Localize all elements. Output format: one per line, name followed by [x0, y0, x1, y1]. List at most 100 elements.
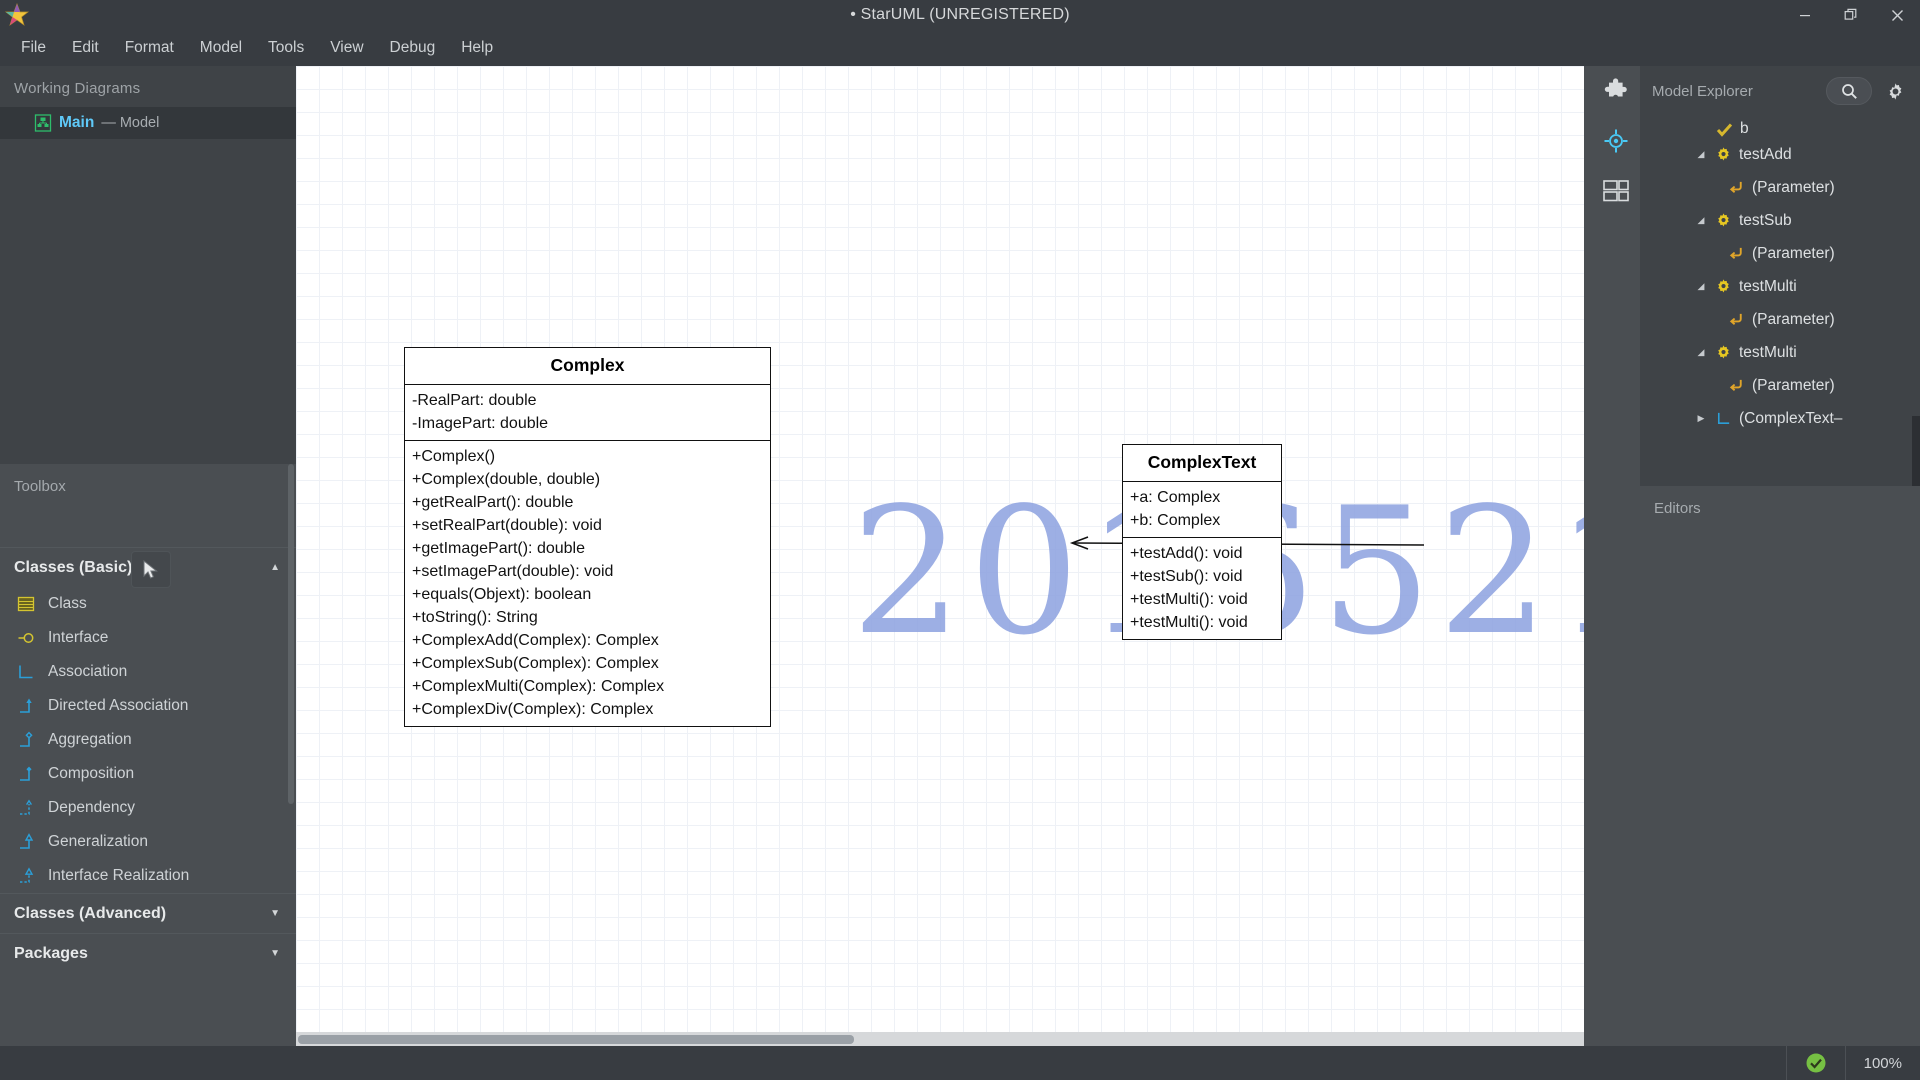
class-diagram-icon — [34, 114, 52, 132]
tree-row-attribute-b[interactable]: b — [1640, 116, 1920, 138]
toolbox-item-label: Directed Association — [48, 697, 189, 714]
model-explorer-tree[interactable]: b ◢ testAdd (Parameter) ◢ testSub (Param… — [1640, 116, 1920, 486]
search-icon[interactable] — [1826, 77, 1872, 105]
operation-line: +testMulti(): void — [1130, 614, 1248, 631]
working-diagram-name: Main — [59, 114, 95, 131]
select-cursor-tool[interactable] — [131, 551, 171, 588]
composition-icon — [20, 766, 32, 781]
operation-icon — [1718, 279, 1729, 293]
menu-help[interactable]: Help — [448, 34, 506, 62]
status-bar: 100% — [0, 1046, 1920, 1080]
toolbox-item-interface[interactable]: Interface — [0, 621, 296, 655]
working-diagram-item-main[interactable]: Main — Model — [0, 107, 296, 139]
operation-line: +setImagePart(double): void — [412, 563, 614, 580]
toolbox-item-class[interactable]: Class — [0, 587, 296, 621]
toolbox-item-composition[interactable]: Composition — [0, 757, 296, 791]
tree-row-label: testSub — [1739, 211, 1792, 229]
tree-row-label: (Parameter) — [1752, 244, 1835, 262]
tree-row-operation-testadd[interactable]: ◢ testAdd — [1640, 138, 1920, 171]
tree-row-operation-testmulti[interactable]: ◢ testMulti — [1640, 270, 1920, 303]
close-button[interactable] — [1874, 0, 1920, 30]
layout-grid-icon[interactable] — [1592, 166, 1640, 216]
twisty-expanded-icon[interactable]: ◢ — [1694, 149, 1708, 160]
toolbox-item-aggregation[interactable]: Aggregation — [0, 723, 296, 757]
canvas-horizontal-scrollbar[interactable] — [296, 1032, 1584, 1046]
toolbox-item-directed-association[interactable]: Directed Association — [0, 689, 296, 723]
model-explorer-header: Model Explorer — [1640, 66, 1920, 116]
tree-row-label: testMulti — [1739, 343, 1797, 361]
twisty-collapsed-icon[interactable]: ▶ — [1694, 413, 1708, 424]
parameter-icon — [1729, 181, 1742, 193]
toolbox-group-classes-advanced[interactable]: Classes (Advanced) ▼ — [0, 893, 296, 933]
class-operations: +testAdd(): void +testSub(): void +testM… — [1123, 538, 1281, 639]
window-controls — [1782, 0, 1920, 30]
twisty-expanded-icon[interactable]: ◢ — [1694, 215, 1708, 226]
association-icon — [19, 665, 33, 679]
extension-puzzle-icon[interactable] — [1592, 66, 1640, 116]
canvas-horizontal-scroll-thumb[interactable] — [298, 1035, 854, 1044]
minimize-button[interactable] — [1782, 0, 1828, 30]
chevron-up-icon: ▲ — [270, 562, 280, 573]
staruml-window: • StarUML (UNREGISTERED) File Edit Forma… — [0, 0, 1920, 1080]
class-attributes: +a: Complex +b: Complex — [1123, 482, 1281, 538]
tree-row-label: (ComplexText– — [1739, 409, 1843, 427]
toolbox-item-generalization[interactable]: Generalization — [0, 825, 296, 859]
menu-view[interactable]: View — [317, 34, 376, 62]
diagram-canvas[interactable]: 20165218 Complex -RealPart: double -Imag… — [296, 66, 1584, 1032]
tree-row-parameter[interactable]: (Parameter) — [1640, 369, 1920, 402]
toolbox-item-dependency[interactable]: Dependency — [0, 791, 296, 825]
toolbox-group-label: Classes (Basic) — [14, 558, 133, 576]
twisty-expanded-icon[interactable]: ◢ — [1694, 347, 1708, 358]
toolbox-item-association[interactable]: Association — [0, 655, 296, 689]
left-panel: Working Diagrams Main — Model Toolbox Cl… — [0, 66, 296, 1080]
operation-line: +ComplexAdd(Complex): Complex — [412, 632, 659, 649]
toolbox-group-packages[interactable]: Packages ▼ — [0, 933, 296, 973]
window-title: • StarUML (UNREGISTERED) — [850, 6, 1070, 23]
operation-icon — [1718, 345, 1729, 359]
tree-row-parameter[interactable]: (Parameter) — [1640, 303, 1920, 336]
tree-row-operation-testsub[interactable]: ◢ testSub — [1640, 204, 1920, 237]
toolbox-item-interface-realization[interactable]: Interface Realization — [0, 859, 296, 893]
tree-row-parameter[interactable]: (Parameter) — [1640, 171, 1920, 204]
parameter-icon — [1729, 313, 1742, 325]
toolbox-group-label: Classes (Advanced) — [14, 904, 167, 922]
operation-line: +ComplexSub(Complex): Complex — [412, 655, 659, 672]
dependency-icon — [20, 799, 32, 815]
zoom-level[interactable]: 100% — [1844, 1046, 1920, 1080]
locate-target-icon[interactable] — [1592, 116, 1640, 166]
toolbox-scrollbar[interactable] — [288, 464, 294, 804]
operation-icon — [1718, 213, 1729, 227]
editors-panel: Editors — [1640, 486, 1920, 1080]
attribute-line: -ImagePart: double — [412, 415, 549, 432]
menu-edit[interactable]: Edit — [59, 34, 112, 62]
menu-file[interactable]: File — [8, 34, 59, 62]
toolbox-item-label: Association — [48, 663, 128, 680]
maximize-restore-button[interactable] — [1828, 0, 1874, 30]
working-diagrams-title: Working Diagrams — [14, 80, 141, 97]
uml-class-complextext[interactable]: ComplexText +a: Complex +b: Complex +tes… — [1122, 444, 1282, 640]
chevron-down-icon: ▼ — [270, 908, 280, 919]
menu-model[interactable]: Model — [187, 34, 255, 62]
menu-debug[interactable]: Debug — [377, 34, 449, 62]
validation-status[interactable] — [1785, 1046, 1845, 1080]
gear-icon[interactable] — [1882, 82, 1908, 101]
title-bar: • StarUML (UNREGISTERED) — [0, 0, 1920, 30]
aggregation-icon — [20, 731, 33, 747]
attribute-icon — [1716, 123, 1733, 137]
class-name: Complex — [405, 348, 770, 385]
tree-row-label: (Parameter) — [1752, 178, 1835, 196]
operation-line: +toString(): String — [412, 609, 538, 626]
tree-row-parameter[interactable]: (Parameter) — [1640, 237, 1920, 270]
toolbox-item-label: Interface Realization — [48, 867, 190, 884]
tree-row-operation-testmulti-2[interactable]: ◢ testMulti — [1640, 336, 1920, 369]
editors-title: Editors — [1654, 500, 1701, 517]
menu-tools[interactable]: Tools — [255, 34, 317, 62]
toolbox-item-label: Dependency — [48, 799, 136, 816]
toolbox-item-label: Class — [48, 595, 87, 612]
uml-class-complex[interactable]: Complex -RealPart: double -ImagePart: do… — [404, 347, 771, 727]
menu-format[interactable]: Format — [112, 34, 187, 62]
model-explorer-scrollbar[interactable] — [1912, 416, 1920, 486]
tree-row-association-complextext[interactable]: ▶ (ComplexText– — [1640, 402, 1920, 435]
attribute-line: +b: Complex — [1130, 512, 1221, 529]
twisty-expanded-icon[interactable]: ◢ — [1694, 281, 1708, 292]
